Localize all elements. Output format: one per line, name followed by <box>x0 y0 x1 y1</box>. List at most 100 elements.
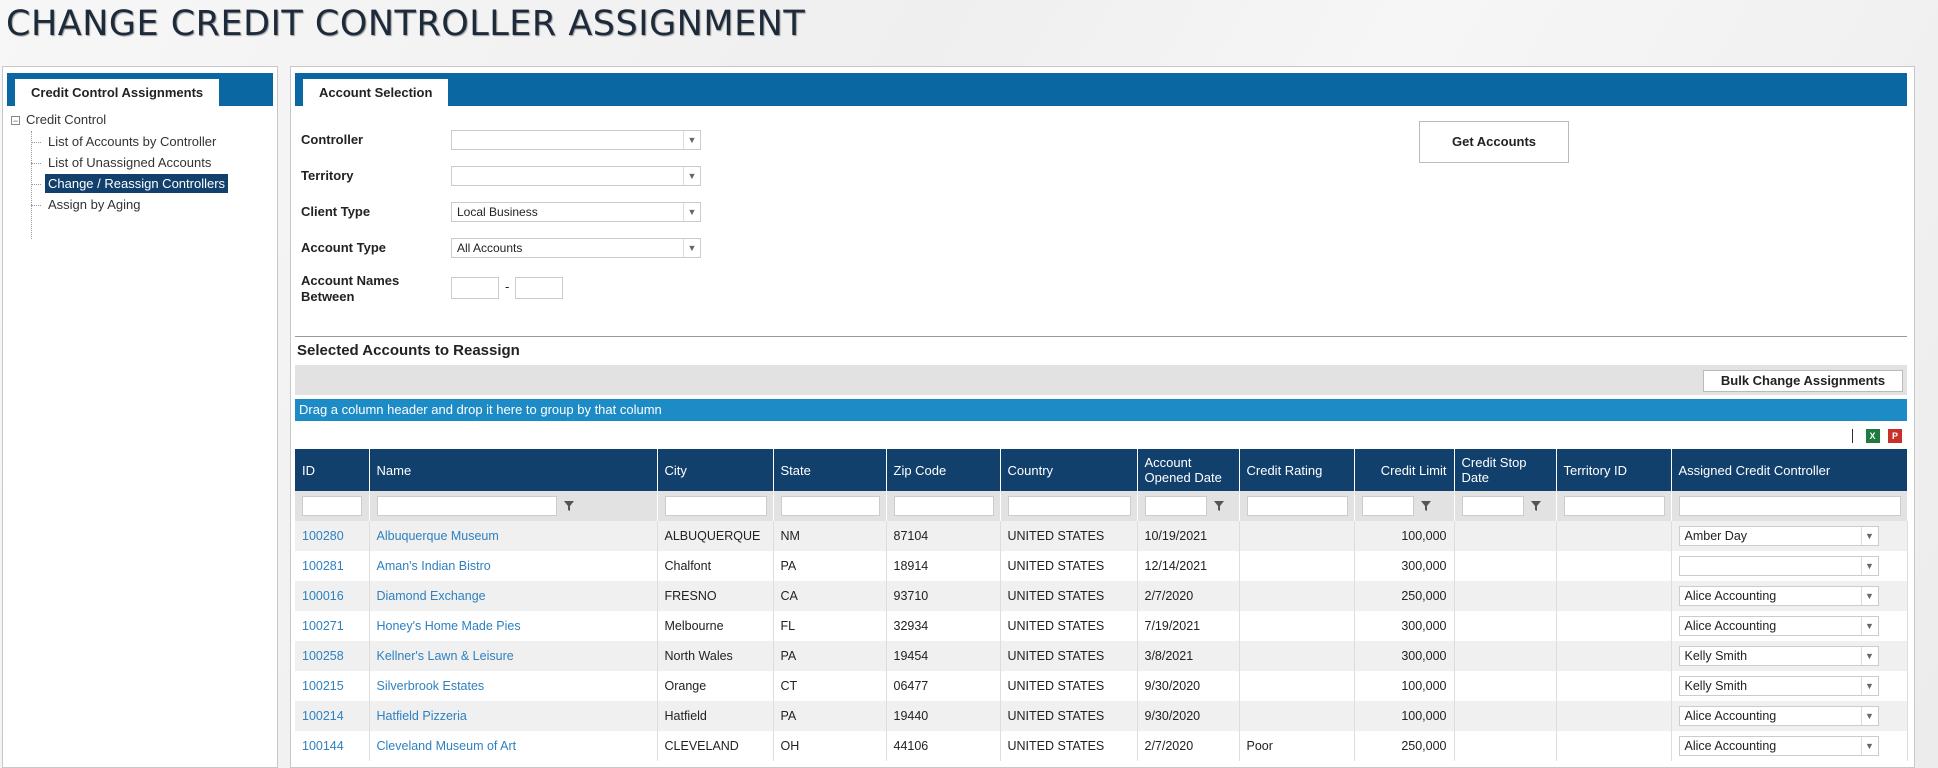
table-row[interactable]: 100258 Kellner's Lawn & Leisure North Wale… <box>295 641 1908 671</box>
row-name-link[interactable]: Diamond Exchange <box>369 581 658 611</box>
filter-icon[interactable] <box>563 500 575 512</box>
table-row[interactable]: 100280 Albuquerque Museum ALBUQUERQUE NM 871… <box>295 521 1908 551</box>
controller-dropdown[interactable]: ▼ <box>451 130 701 150</box>
column-header-credit-rating[interactable]: Credit Rating <box>1239 449 1355 491</box>
chevron-down-icon[interactable]: ▼ <box>1860 527 1878 545</box>
column-header-assigned-controller[interactable]: Assigned Credit Controller <box>1671 449 1908 491</box>
tree-item-list-accounts-by-controller[interactable]: List of Accounts by Controller <box>31 131 219 153</box>
row-name-link[interactable]: Kellner's Lawn & Leisure <box>369 641 658 671</box>
controller-select[interactable]: Kelly Smith ▼ <box>1678 676 1879 696</box>
controller-select[interactable]: ▼ <box>1678 556 1879 576</box>
filter-input-zip[interactable] <box>893 496 994 516</box>
row-name-link[interactable]: Hatfield Pizzeria <box>369 701 658 731</box>
column-header-territory-id[interactable]: Territory ID <box>1556 449 1672 491</box>
row-name-link[interactable]: Honey's Home Made Pies <box>369 611 658 641</box>
row-name-link[interactable]: Silverbrook Estates <box>369 671 658 701</box>
chevron-down-icon[interactable]: ▼ <box>1860 707 1878 725</box>
column-header-state[interactable]: State <box>773 449 887 491</box>
chevron-down-icon[interactable]: ▼ <box>683 203 700 221</box>
row-id-link[interactable]: 100281 <box>295 551 370 581</box>
row-id-link[interactable]: 100214 <box>295 701 370 731</box>
filter-icon[interactable] <box>1530 500 1542 512</box>
table-row[interactable]: 100144 Cleveland Museum of Art CLEVELAND OH… <box>295 731 1908 761</box>
chevron-down-icon[interactable]: ▼ <box>683 131 700 149</box>
row-state: CT <box>773 671 887 701</box>
row-id-link[interactable]: 100016 <box>295 581 370 611</box>
row-name-link[interactable]: Albuquerque Museum <box>369 521 658 551</box>
filter-input-credit-stop-date[interactable] <box>1461 496 1524 516</box>
chevron-down-icon[interactable]: ▼ <box>1860 617 1878 635</box>
controller-select[interactable]: Amber Day ▼ <box>1678 526 1879 546</box>
column-header-zip[interactable]: Zip Code <box>886 449 1001 491</box>
row-country: UNITED STATES <box>1000 611 1138 641</box>
bulk-change-assignments-button[interactable]: Bulk Change Assignments <box>1703 370 1903 392</box>
filter-input-assigned-controller[interactable] <box>1678 496 1901 516</box>
account-type-dropdown[interactable]: All Accounts ▼ <box>451 238 701 258</box>
filter-cell-credit-stop-date <box>1454 491 1557 521</box>
account-name-to-input[interactable] <box>515 277 563 299</box>
client-type-dropdown[interactable]: Local Business ▼ <box>451 202 701 222</box>
table-row[interactable]: 100215 Silverbrook Estates Orange CT 06477 UN… <box>295 671 1908 701</box>
tree-root-credit-control[interactable]: − Credit Control <box>11 109 106 131</box>
account-name-from-input[interactable] <box>451 277 499 299</box>
filter-cell-city <box>657 491 774 521</box>
column-header-credit-stop-date[interactable]: Credit Stop Date <box>1454 449 1557 491</box>
table-row[interactable]: 100271 Honey's Home Made Pies Melbourne FL 3… <box>295 611 1908 641</box>
row-id-link[interactable]: 100271 <box>295 611 370 641</box>
row-id-link[interactable]: 100144 <box>295 731 370 761</box>
filter-input-territory-id[interactable] <box>1563 496 1665 516</box>
row-id-link[interactable]: 100280 <box>295 521 370 551</box>
table-row[interactable]: 100016 Diamond Exchange FRESNO CA 93710 UNITE… <box>295 581 1908 611</box>
controller-select[interactable]: Kelly Smith ▼ <box>1678 646 1879 666</box>
collapse-icon[interactable]: − <box>11 116 20 126</box>
chevron-down-icon[interactable]: ▼ <box>1860 677 1878 695</box>
row-name-link[interactable]: Cleveland Museum of Art <box>369 731 658 761</box>
filter-icon[interactable] <box>1420 500 1432 512</box>
filter-input-credit-rating[interactable] <box>1246 496 1348 516</box>
row-id-link[interactable]: 100258 <box>295 641 370 671</box>
column-header-credit-limit[interactable]: Credit Limit <box>1354 449 1455 491</box>
filter-input-city[interactable] <box>664 496 767 516</box>
tree-item-list-unassigned-accounts[interactable]: List of Unassigned Accounts <box>31 152 214 174</box>
territory-dropdown[interactable]: ▼ <box>451 166 701 186</box>
controller-select[interactable]: Alice Accounting ▼ <box>1678 586 1879 606</box>
chevron-down-icon[interactable]: ▼ <box>1860 557 1878 575</box>
row-credit-limit: 300,000 <box>1354 551 1455 581</box>
controller-select[interactable]: Alice Accounting ▼ <box>1678 616 1879 636</box>
accounts-grid: ID Name City State Zip Code Country Acco… <box>295 449 1908 761</box>
filter-icon[interactable] <box>1213 500 1225 512</box>
table-row[interactable]: 100281 Aman's Indian Bistro Chalfont PA 1891… <box>295 551 1908 581</box>
row-name-link[interactable]: Aman's Indian Bistro <box>369 551 658 581</box>
controller-select[interactable]: Alice Accounting ▼ <box>1678 706 1879 726</box>
excel-export-icon[interactable]: X <box>1865 428 1880 443</box>
group-by-drop-zone[interactable]: Drag a column header and drop it here to… <box>295 399 1907 421</box>
tab-account-selection[interactable]: Account Selection <box>303 79 449 106</box>
table-row[interactable]: 100214 Hatfield Pizzeria Hatfield PA 19440 UN… <box>295 701 1908 731</box>
tab-credit-control-assignments[interactable]: Credit Control Assignments <box>15 79 220 106</box>
filter-input-state[interactable] <box>780 496 880 516</box>
row-id-link[interactable]: 100215 <box>295 671 370 701</box>
chevron-down-icon[interactable]: ▼ <box>1860 647 1878 665</box>
chevron-down-icon[interactable]: ▼ <box>683 167 700 185</box>
row-credit-rating <box>1239 581 1355 611</box>
row-zip: 32934 <box>886 611 1001 641</box>
row-territory-id <box>1556 611 1672 641</box>
filter-input-credit-limit[interactable] <box>1361 496 1414 516</box>
tree-item-change-reassign-controllers[interactable]: Change / Reassign Controllers <box>31 173 229 195</box>
column-header-city[interactable]: City <box>657 449 774 491</box>
column-header-name[interactable]: Name <box>369 449 658 491</box>
filter-input-id[interactable] <box>302 496 362 516</box>
column-header-country[interactable]: Country <box>1000 449 1138 491</box>
column-header-opened-date[interactable]: Account Opened Date <box>1137 449 1240 491</box>
filter-input-opened-date[interactable] <box>1144 496 1207 516</box>
column-header-id[interactable]: ID <box>295 449 370 491</box>
filter-input-name[interactable] <box>376 496 557 516</box>
pdf-export-icon[interactable]: P <box>1888 428 1902 443</box>
controller-select[interactable]: Alice Accounting ▼ <box>1678 736 1879 756</box>
get-accounts-button[interactable]: Get Accounts <box>1419 121 1569 163</box>
chevron-down-icon[interactable]: ▼ <box>1860 587 1878 605</box>
tree-item-assign-by-aging[interactable]: Assign by Aging <box>31 194 144 216</box>
chevron-down-icon[interactable]: ▼ <box>683 239 700 257</box>
chevron-down-icon[interactable]: ▼ <box>1860 737 1878 755</box>
filter-input-country[interactable] <box>1007 496 1131 516</box>
